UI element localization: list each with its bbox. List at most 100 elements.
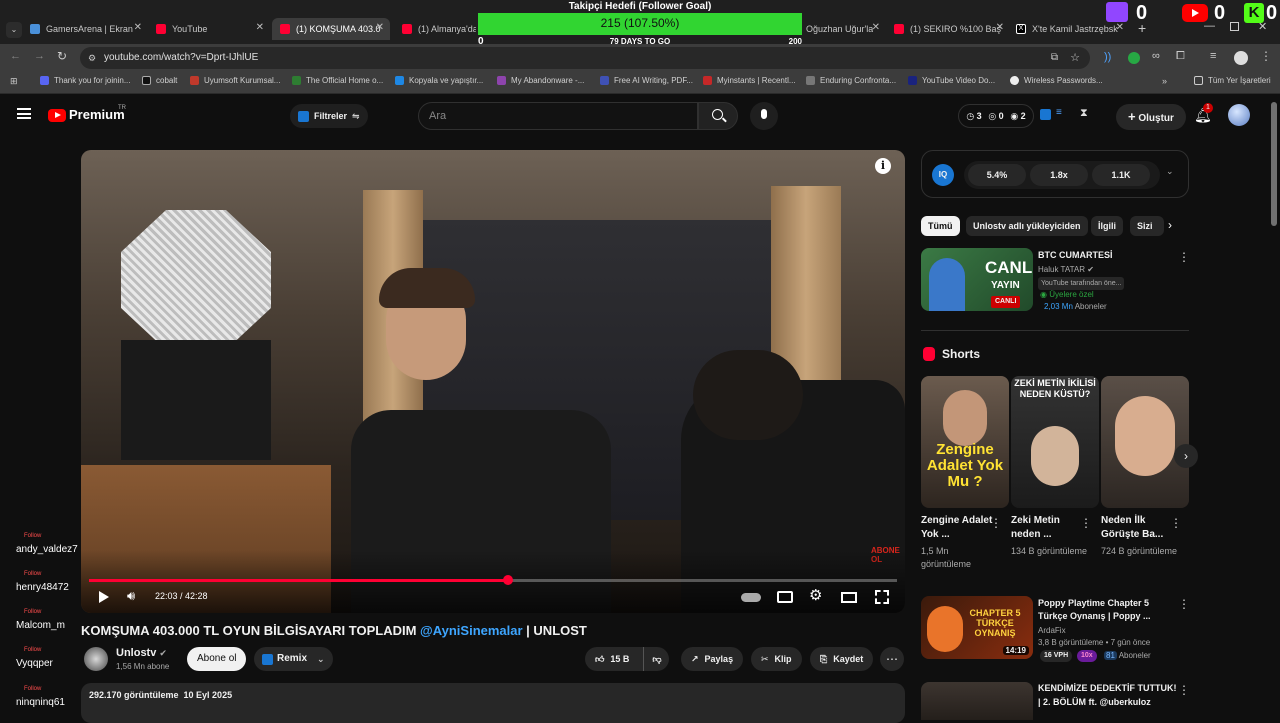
- tab-close-icon[interactable]: ✕: [256, 22, 264, 33]
- rec-menu-icon[interactable]: ⋮: [1178, 597, 1190, 611]
- iq-stat-engagement[interactable]: 5.4%: [968, 164, 1026, 186]
- browser-menu-icon[interactable]: ⋮: [1260, 49, 1272, 63]
- video-player[interactable]: i ABONE OL 🔊︎ 22:03 / 42:28 ⚙: [81, 150, 905, 613]
- rec-thumbnail[interactable]: CANLI YAYIN CANLI: [921, 248, 1033, 311]
- bookmarks-overflow-icon[interactable]: »: [1162, 76, 1167, 86]
- tab-close-icon[interactable]: ✕: [872, 22, 880, 33]
- reload-icon[interactable]: ↻: [57, 49, 67, 63]
- install-app-icon[interactable]: ⧉: [1051, 47, 1058, 69]
- chip-all[interactable]: Tümü: [921, 216, 960, 236]
- subtitles-icon[interactable]: [777, 591, 793, 603]
- bookmark-thank-you[interactable]: Thank you for joinin...: [40, 76, 130, 85]
- bookmark-wireless[interactable]: Wireless Passwords...: [1010, 76, 1103, 85]
- extensions-puzzle-icon[interactable]: ⧠: [1176, 50, 1185, 63]
- tab-active-video[interactable]: (1) KOMŞUMA 403.0 ✕: [272, 18, 390, 40]
- extension-shield-icon[interactable]: [1128, 52, 1140, 64]
- info-icon[interactable]: i: [875, 158, 891, 174]
- rec-title[interactable]: BTC CUMARTESİ: [1038, 250, 1113, 260]
- account-avatar[interactable]: [1228, 104, 1250, 126]
- filters-button[interactable]: Filtreler ⇋: [290, 104, 368, 128]
- media-control-icon[interactable]: ≡: [1210, 50, 1216, 62]
- hamburger-menu-icon[interactable]: [17, 108, 31, 119]
- rec-title[interactable]: KENDİMİZE DEDEKTİF TUTTUK!: [1038, 683, 1177, 693]
- profile-avatar-icon[interactable]: [1234, 51, 1248, 65]
- chip-related[interactable]: İlgili: [1091, 216, 1123, 236]
- autoplay-toggle[interactable]: [741, 593, 761, 602]
- short-menu-icon[interactable]: ⋮: [990, 516, 1002, 530]
- window-restore-icon[interactable]: [1230, 22, 1239, 31]
- bookmark-official-home[interactable]: The Official Home o...: [292, 76, 383, 85]
- subscribe-button[interactable]: Abone ol: [187, 647, 247, 671]
- more-actions-icon[interactable]: ⋯: [880, 647, 904, 671]
- tab-close-icon[interactable]: ✕: [376, 22, 384, 33]
- mention-link[interactable]: @AyniSinemalar: [420, 623, 523, 638]
- short-title[interactable]: Zengine Adalet Yok ...: [921, 514, 993, 542]
- short-menu-icon[interactable]: ⋮: [1170, 516, 1182, 530]
- forward-arrow-icon[interactable]: →: [34, 50, 45, 62]
- search-input[interactable]: Ara: [418, 102, 698, 130]
- description-box[interactable]: 292.170 görüntüleme 10 Eyl 2025: [81, 683, 905, 723]
- youtube-logo-icon[interactable]: [48, 109, 66, 122]
- short-title[interactable]: Zeki Metin neden ...: [1011, 514, 1083, 542]
- iq-stat-velocity[interactable]: 1.1K: [1092, 164, 1150, 186]
- short-thumbnail[interactable]: Zengine Adalet Yok Mu ?: [921, 376, 1009, 508]
- address-bar[interactable]: ⚙ youtube.com/watch?v=Dprt-IJhlUE ⧉ ☆: [80, 47, 1090, 69]
- youtube-premium-logo[interactable]: Premium: [69, 107, 125, 122]
- bookmark-enduring[interactable]: Enduring Confronta...: [806, 76, 896, 85]
- scrollbar-thumb[interactable]: [1271, 102, 1277, 226]
- short-title[interactable]: Neden İlk Görüşte Ba...: [1101, 514, 1173, 542]
- bookmark-free-ai[interactable]: Free AI Writing, PDF...: [600, 76, 693, 85]
- short-thumbnail[interactable]: ZEKİ METİN İKİLİSİ NEDEN KÜSTÜ?: [1011, 376, 1099, 508]
- extension-audio-icon[interactable]: )): [1104, 51, 1114, 63]
- thumbs-up-icon[interactable]: 👍︎: [595, 647, 604, 671]
- settings-gear-icon[interactable]: ⚙: [809, 586, 822, 604]
- rec-title[interactable]: Poppy Playtime Chapter 5 Türkçe Oynanış …: [1038, 597, 1168, 623]
- tab-close-icon[interactable]: ✕: [996, 22, 1004, 33]
- channel-avatar[interactable]: [84, 647, 108, 671]
- channel-name[interactable]: Unlostv ✔: [116, 647, 167, 659]
- tab-youtube[interactable]: YouTube ✕: [156, 18, 264, 40]
- tab-gamersarena[interactable]: GamersArena | Ekran ✕: [30, 18, 142, 40]
- rec-channel[interactable]: Haluk TATAR ✔: [1038, 265, 1094, 274]
- thumbs-down-icon[interactable]: 👎︎: [643, 647, 662, 671]
- save-button[interactable]: ⎘ Kaydet: [810, 647, 874, 671]
- iq-toolbar-icon[interactable]: [1040, 109, 1051, 120]
- list-icon[interactable]: ≡: [1056, 107, 1062, 118]
- tab-close-icon[interactable]: ✕: [134, 22, 142, 33]
- page-scrollbar[interactable]: [1270, 100, 1278, 720]
- chip-from-uploader[interactable]: Unlostv adlı yükleyiciden: [966, 216, 1088, 236]
- like-count[interactable]: 15 B: [610, 647, 629, 671]
- short-thumbnail[interactable]: [1101, 376, 1189, 508]
- hourglass-icon[interactable]: ⧗: [1080, 107, 1088, 120]
- bookmark-all[interactable]: Tüm Yer İşaretleri: [1194, 76, 1271, 85]
- search-button[interactable]: [698, 102, 738, 130]
- progress-track[interactable]: [89, 575, 897, 585]
- create-button[interactable]: + Oluştur: [1116, 104, 1186, 130]
- rec-thumbnail[interactable]: CHAPTER 5 TÜRKÇE OYNANIŞ 14:19: [921, 596, 1033, 659]
- rec-menu-icon[interactable]: ⋮: [1178, 250, 1190, 264]
- site-info-icon[interactable]: ⚙: [88, 47, 96, 69]
- share-button[interactable]: ↗ Paylaş: [681, 647, 744, 671]
- bookmark-yt-downloader[interactable]: YouTube Video Do...: [908, 76, 995, 85]
- bookmark-abandonware[interactable]: My Abandonware -...: [497, 76, 584, 85]
- theater-mode-icon[interactable]: [841, 592, 857, 603]
- bookmark-star-icon[interactable]: ☆: [1070, 47, 1080, 69]
- extension-glasses-icon[interactable]: ∞: [1152, 50, 1160, 62]
- rec-channel[interactable]: ArdaFix: [1038, 626, 1066, 635]
- back-arrow-icon[interactable]: ←: [10, 50, 21, 62]
- tab-almanya[interactable]: (1) Almanya'da Y: [402, 18, 476, 40]
- rec-menu-icon[interactable]: ⋮: [1178, 683, 1190, 697]
- bookmark-cobalt[interactable]: cobalt: [142, 76, 177, 85]
- chips-next-chevron-icon[interactable]: ›: [1168, 218, 1172, 232]
- shorts-next-chevron-icon[interactable]: ›: [1174, 444, 1198, 468]
- apps-grid-icon[interactable]: ⊞: [10, 76, 18, 87]
- voice-search-button[interactable]: [750, 102, 778, 130]
- bookmark-kopyala[interactable]: Kopyala ve yapıştır...: [395, 76, 483, 85]
- bookmark-myinstants[interactable]: Myinstants | Recentl...: [703, 76, 796, 85]
- tab-sekiro[interactable]: (1) SEKIRO %100 Baş ✕: [894, 18, 1004, 40]
- tab-search-chevron-icon[interactable]: ⌄: [6, 22, 22, 38]
- tab-close-icon[interactable]: ✕: [1116, 22, 1124, 33]
- tab-oguzhan[interactable]: Oğuzhan Uğur'la ✕: [806, 18, 880, 40]
- play-icon[interactable]: [99, 591, 109, 603]
- volume-icon[interactable]: 🔊︎: [127, 588, 135, 604]
